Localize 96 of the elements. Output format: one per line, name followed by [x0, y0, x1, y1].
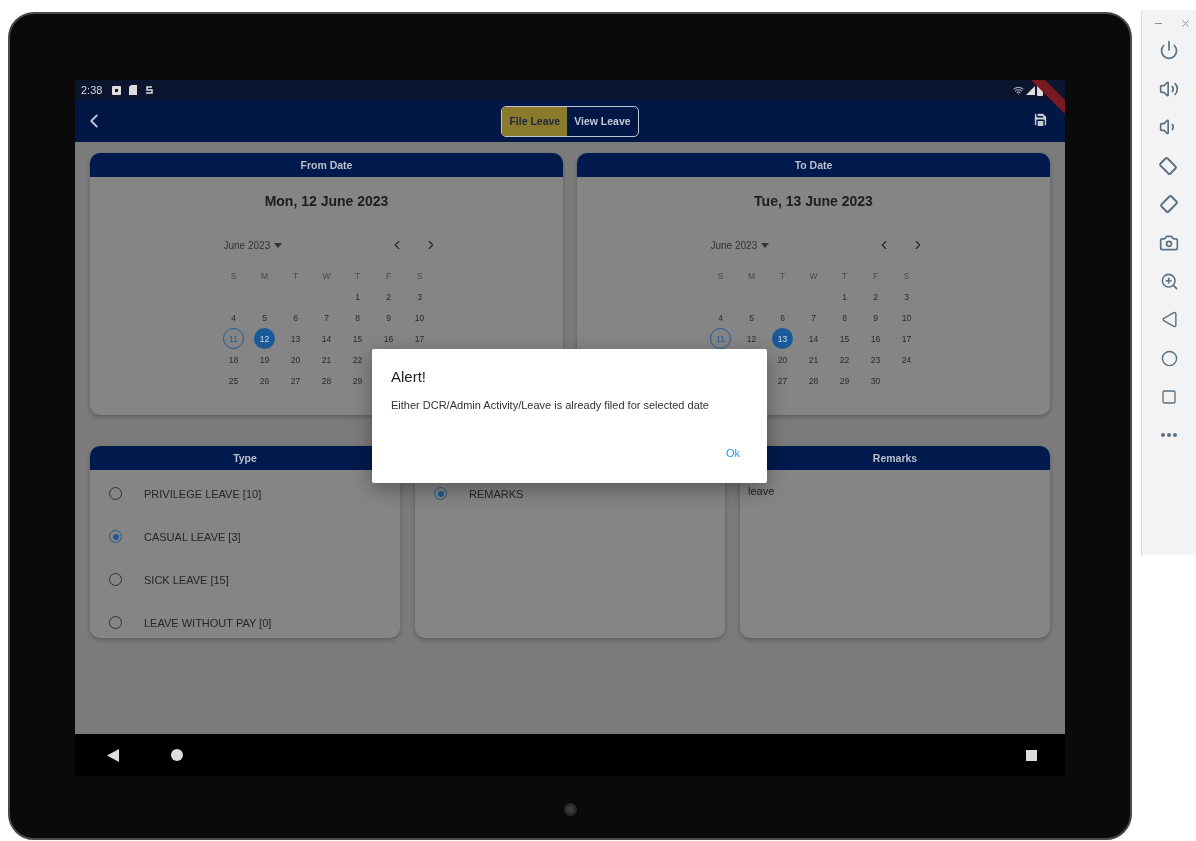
- calendar-day[interactable]: 16: [865, 328, 886, 349]
- calendar-day[interactable]: 2: [378, 286, 399, 307]
- calendar-day[interactable]: 8: [347, 307, 368, 328]
- calendar-day[interactable]: 25: [223, 370, 244, 391]
- calendar-day[interactable]: 23: [865, 349, 886, 370]
- calendar-day[interactable]: 16: [378, 328, 399, 349]
- signal-icon: [1026, 85, 1035, 95]
- radio-option[interactable]: LEAVE WITHOUT PAY [0]: [109, 601, 400, 638]
- camera-dot: [563, 803, 577, 816]
- home-button[interactable]: [171, 749, 183, 761]
- calendar-day[interactable]: 20: [285, 349, 306, 370]
- speaker-icon: [1159, 78, 1179, 99]
- calendar-day[interactable]: 30: [865, 370, 886, 391]
- calendar-day[interactable]: 4: [223, 307, 244, 328]
- back-button[interactable]: [107, 748, 119, 762]
- save-icon: [1032, 111, 1049, 128]
- triangle-icon: [1160, 311, 1178, 329]
- sd-card-icon: [129, 85, 138, 95]
- weekday-label: W: [808, 269, 819, 283]
- dialog-message: Either DCR/Admin Activity/Leave is already filed for selected date: [391, 399, 710, 411]
- calendar-day[interactable]: 1: [347, 286, 368, 307]
- caret-icon: [274, 242, 283, 248]
- calendar-day[interactable]: 9: [865, 307, 886, 328]
- calendar-day[interactable]: 29: [834, 370, 855, 391]
- segment-tab[interactable]: File Leave: [502, 106, 568, 136]
- close-icon[interactable]: [1180, 18, 1191, 29]
- save-button[interactable]: [1032, 111, 1049, 128]
- calendar-day[interactable]: 27: [285, 370, 306, 391]
- calendar-day[interactable]: 28: [316, 370, 337, 391]
- radio-option[interactable]: SICK LEAVE [15]: [109, 558, 400, 601]
- rotate-icon: [1158, 193, 1180, 216]
- calendar-day[interactable]: 17: [896, 328, 917, 349]
- remarks-text: leave: [747, 484, 776, 497]
- weekday-label: T: [353, 269, 362, 283]
- calendar-day[interactable]: 6: [285, 307, 306, 328]
- zoom-in-icon: [1159, 271, 1179, 291]
- month-dropdown[interactable]: June 2023: [710, 239, 770, 251]
- square-icon: [1026, 749, 1037, 761]
- calendar-day[interactable]: 14: [803, 328, 824, 349]
- calendar-day[interactable]: 15: [834, 328, 855, 349]
- segment-tab[interactable]: View Leave: [567, 106, 638, 136]
- calendar-day[interactable]: 2: [865, 286, 886, 307]
- card-header: To Date: [577, 153, 1050, 177]
- caret-icon: [761, 242, 770, 248]
- square-icon: [1161, 388, 1177, 405]
- circle-icon: [1160, 349, 1178, 367]
- selected-date: Tue, 13 June 2023: [753, 193, 874, 209]
- weekday-label: T: [840, 269, 849, 283]
- calendar-day[interactable]: 7: [803, 307, 824, 328]
- calendar-day[interactable]: 12: [741, 328, 762, 349]
- calendar-day[interactable]: 20: [772, 349, 793, 370]
- calendar-day[interactable]: 6: [772, 307, 793, 328]
- dialog-title: Alert!: [391, 368, 427, 385]
- calendar-day[interactable]: 27: [772, 370, 793, 391]
- calendar-day[interactable]: 10: [409, 307, 430, 328]
- calendar-day[interactable]: 22: [834, 349, 855, 370]
- calendar-day[interactable]: 3: [896, 286, 917, 307]
- calendar-day[interactable]: 21: [803, 349, 824, 370]
- calendar-day[interactable]: 28: [803, 370, 824, 391]
- calendar-day[interactable]: 7: [316, 307, 337, 328]
- rotate-icon: [1158, 154, 1180, 177]
- calendar-day[interactable]: 21: [316, 349, 337, 370]
- recents-button[interactable]: [1026, 749, 1037, 761]
- radio-option[interactable]: CASUAL LEAVE [3]: [109, 515, 400, 558]
- more-icon: [1161, 433, 1177, 438]
- calendar-day[interactable]: 22: [347, 349, 368, 370]
- weekday-label: T: [291, 269, 300, 283]
- calendar-day[interactable]: 18: [223, 349, 244, 370]
- calendar-day[interactable]: 13: [772, 328, 793, 349]
- calendar-day[interactable]: 24: [896, 349, 917, 370]
- calendar-day[interactable]: 26: [254, 370, 275, 391]
- calendar-day[interactable]: 10: [896, 307, 917, 328]
- weekday-label: T: [778, 269, 787, 283]
- calendar-day[interactable]: 5: [741, 307, 762, 328]
- calendar-day[interactable]: 17: [409, 328, 430, 349]
- weekday-label: W: [321, 269, 332, 283]
- circle-icon: [171, 749, 183, 761]
- status-time: 2:38: [81, 84, 103, 96]
- calendar-day[interactable]: 13: [285, 328, 306, 349]
- calendar-day[interactable]: 29: [347, 370, 368, 391]
- calendar-day[interactable]: 9: [378, 307, 399, 328]
- wifi-icon: [1013, 84, 1024, 96]
- calendar-day[interactable]: 8: [834, 307, 855, 328]
- calendar-day[interactable]: 4: [710, 307, 731, 328]
- card-header: From Date: [90, 153, 563, 177]
- selected-date: Mon, 12 June 2023: [263, 193, 390, 209]
- calendar-day[interactable]: 5: [254, 307, 275, 328]
- power-icon: [1159, 40, 1179, 61]
- triangle-icon: [107, 748, 119, 762]
- calendar-day[interactable]: 14: [316, 328, 337, 349]
- calendar-day[interactable]: 1: [834, 286, 855, 307]
- calendar-day[interactable]: 15: [347, 328, 368, 349]
- calendar-day[interactable]: 12: [254, 328, 275, 349]
- month-dropdown[interactable]: June 2023: [223, 239, 283, 251]
- calendar-day[interactable]: 19: [254, 349, 275, 370]
- calendar-day[interactable]: 3: [409, 286, 430, 307]
